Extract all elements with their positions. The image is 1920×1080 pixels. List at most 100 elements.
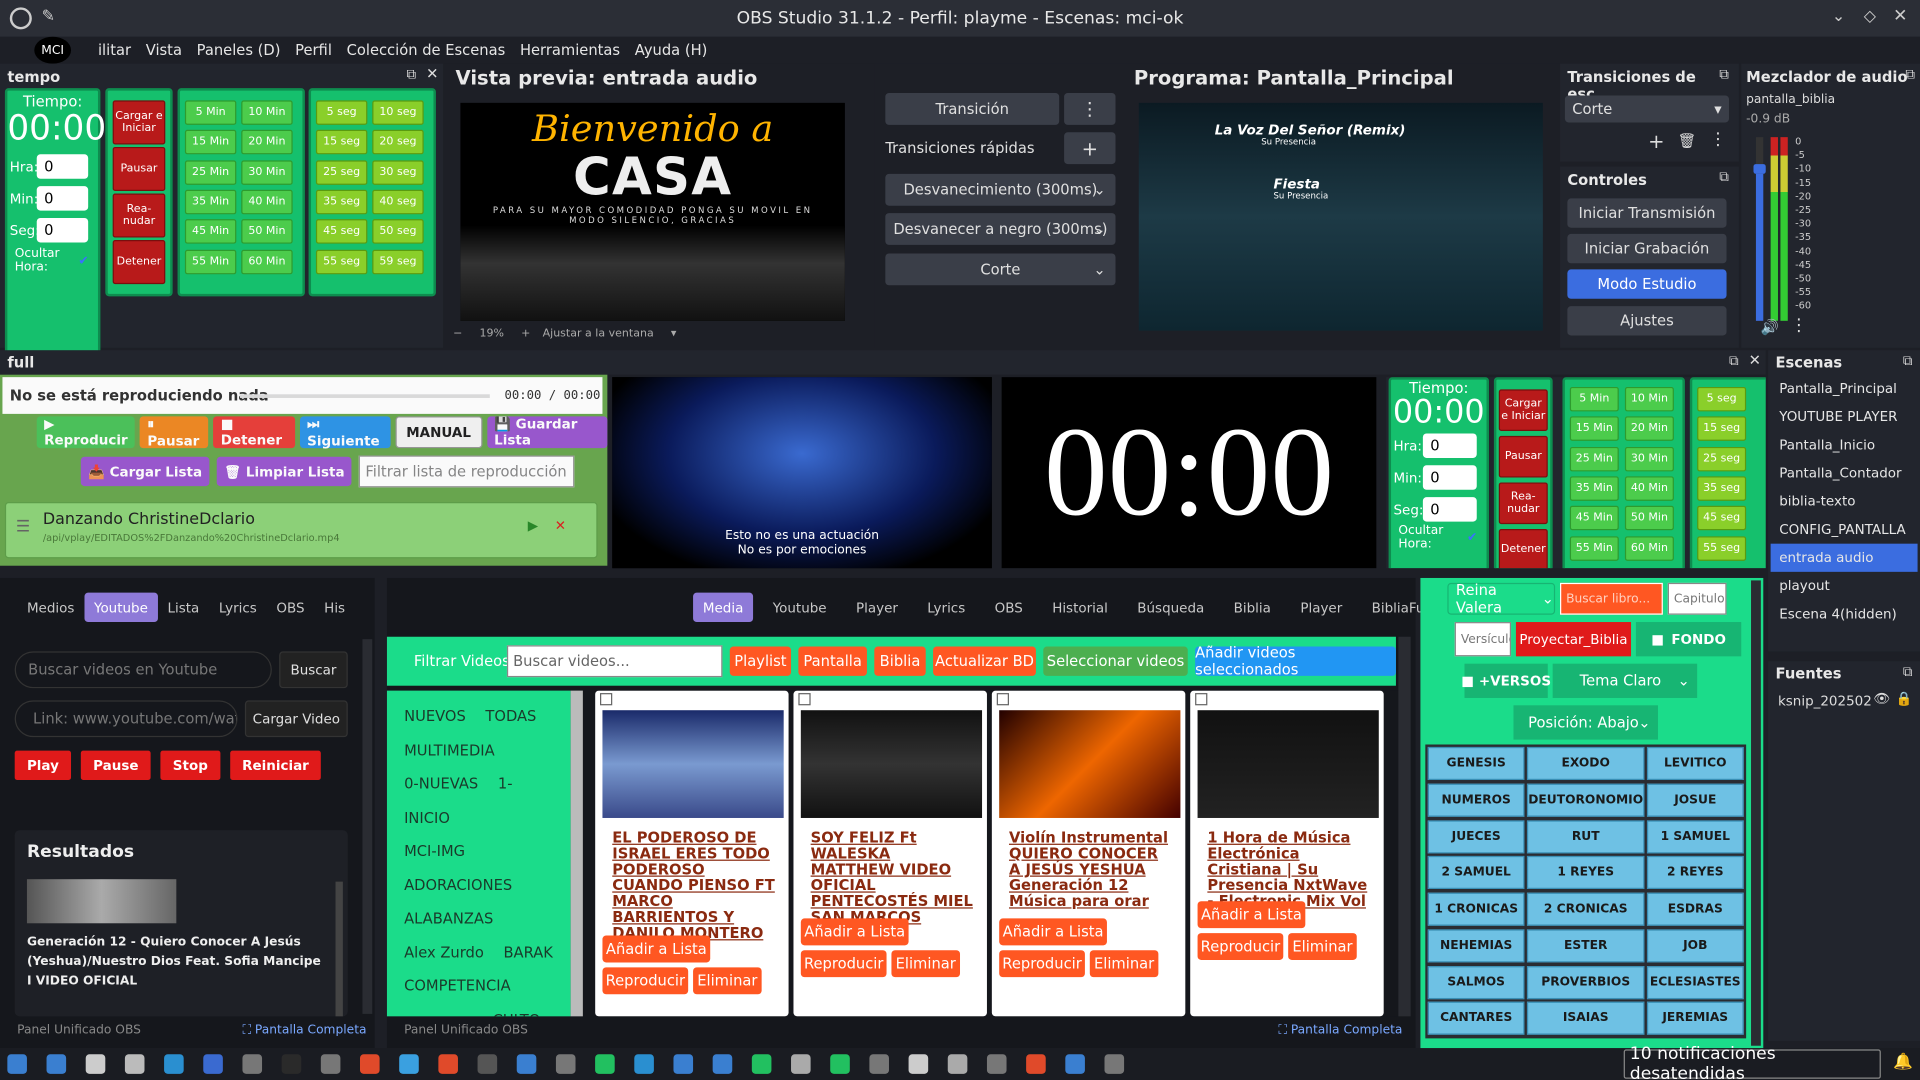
scene-item[interactable]: entrada audio bbox=[1770, 543, 1918, 572]
preset-button[interactable]: 15 Min bbox=[184, 130, 237, 155]
more-icon[interactable]: ⋮ bbox=[1709, 130, 1726, 150]
fullscreen-link[interactable]: ⛶ Pantalla Completa bbox=[242, 1024, 366, 1037]
tab-lyrics[interactable]: Lyrics bbox=[917, 593, 975, 622]
preset-button[interactable]: 35 seg bbox=[1697, 476, 1747, 501]
menu-1[interactable]: Vista bbox=[146, 42, 182, 59]
book-button[interactable]: 1 CRONICAS bbox=[1427, 892, 1525, 926]
preset-button[interactable]: 45 Min bbox=[184, 219, 237, 244]
video-title[interactable]: SOY FELIZ Ft WALESKA MATTHEW VIDEO OFICI… bbox=[811, 830, 975, 926]
guardar-lista-button[interactable]: 💾 Guardar Lista bbox=[486, 416, 608, 449]
book-button[interactable]: 2 CRONICAS bbox=[1527, 892, 1645, 926]
middle-scrollbar[interactable] bbox=[1398, 636, 1411, 1017]
seg-input[interactable]: 0 bbox=[36, 217, 89, 243]
lock-icon[interactable]: 🔒 bbox=[1896, 691, 1913, 707]
book-button[interactable]: LEVITICO bbox=[1646, 746, 1744, 781]
scene-item[interactable]: Pantalla_Principal bbox=[1771, 375, 1918, 403]
preset-button[interactable]: 15 Min bbox=[1569, 416, 1619, 442]
left-panel-scrollbar[interactable] bbox=[362, 639, 373, 1014]
cargar-video-button[interactable]: Cargar Video bbox=[244, 700, 348, 738]
book-button[interactable]: 2 SAMUEL bbox=[1427, 856, 1525, 890]
taskbar-app-icon[interactable] bbox=[516, 1054, 537, 1074]
preset-button[interactable]: 25 seg bbox=[1697, 446, 1747, 471]
book-button[interactable]: SALMOS bbox=[1427, 965, 1525, 999]
verse-input[interactable]: Versículo bbox=[1454, 622, 1512, 657]
quick-transition-1[interactable]: Desvanecimiento (300ms) ⌄ bbox=[885, 173, 1116, 206]
preset-button[interactable]: 5 Min bbox=[184, 100, 237, 125]
transition-button[interactable]: Transición bbox=[885, 93, 1060, 125]
fit-window-button[interactable]: Ajustar a la ventana bbox=[543, 328, 654, 340]
preset-button[interactable]: 5 seg bbox=[315, 100, 368, 125]
pantalla-button[interactable]: Pantalla bbox=[798, 646, 867, 676]
menu-5[interactable]: Herramientas bbox=[520, 42, 620, 59]
hra-input[interactable]: 0 bbox=[1422, 433, 1477, 458]
notifications-bell-icon[interactable]: 🔔 bbox=[1893, 1053, 1913, 1071]
ocultar-checkbox[interactable]: ✔ bbox=[78, 254, 88, 267]
actualizar-bd-button[interactable]: Actualizar BD bbox=[933, 646, 1036, 676]
hra-input[interactable]: 0 bbox=[36, 154, 89, 179]
add-to-list-button[interactable]: Añadir a Lista bbox=[999, 918, 1107, 946]
video-thumbnail[interactable] bbox=[999, 710, 1181, 818]
pausar-player-button[interactable]: ⏸ Pausar bbox=[140, 416, 209, 449]
preset-button[interactable]: 20 Min bbox=[241, 130, 293, 155]
pausar-button[interactable]: Pausar bbox=[112, 146, 166, 192]
book-button[interactable]: GENESIS bbox=[1427, 746, 1525, 781]
preset-button[interactable]: 15 seg bbox=[1697, 416, 1747, 442]
menu-6[interactable]: Ayuda (H) bbox=[635, 42, 708, 59]
scene-item[interactable]: Pantalla_Inicio bbox=[1771, 431, 1918, 459]
book-button[interactable]: ESTER bbox=[1527, 929, 1645, 963]
menu-4[interactable]: Colección de Escenas bbox=[347, 42, 506, 59]
taskbar-app-icon[interactable] bbox=[947, 1054, 968, 1074]
book-button[interactable]: 2 REYES bbox=[1646, 856, 1744, 890]
taskbar-app-icon[interactable] bbox=[869, 1054, 889, 1074]
category-scrollbar[interactable] bbox=[570, 690, 583, 1017]
menu-2[interactable]: Paneles (D) bbox=[197, 42, 281, 59]
book-button[interactable]: RUT bbox=[1527, 819, 1645, 853]
preset-button[interactable]: 55 seg bbox=[315, 249, 368, 274]
book-button[interactable]: JUECES bbox=[1427, 819, 1525, 853]
preset-button[interactable]: 55 Min bbox=[184, 249, 237, 274]
preset-button[interactable]: 20 seg bbox=[372, 130, 424, 155]
versos-toggle[interactable]: ■ +VERSOS bbox=[1461, 663, 1551, 698]
volume-slider[interactable] bbox=[1753, 137, 1766, 321]
settings-button[interactable]: Ajustes bbox=[1567, 306, 1727, 336]
taskbar-app-icon[interactable] bbox=[7, 1054, 27, 1074]
play-video-button[interactable]: Reproducir bbox=[800, 950, 887, 978]
preset-button[interactable]: 40 Min bbox=[241, 189, 293, 215]
preview-canvas[interactable]: Bienvenido a CASA PARA SU MAYOR COMODIDA… bbox=[460, 102, 845, 321]
theme-select[interactable]: Tema Claro ⌄ bbox=[1552, 663, 1698, 698]
category-item[interactable]: ADORACIONES bbox=[404, 876, 512, 893]
tab-youtube[interactable]: Youtube bbox=[763, 593, 836, 622]
preset-button[interactable]: 25 seg bbox=[315, 159, 368, 185]
tab-player[interactable]: Player bbox=[846, 593, 908, 622]
taskbar-app-icon[interactable] bbox=[634, 1054, 654, 1074]
fondo-toggle[interactable]: ■ FONDO bbox=[1635, 622, 1742, 657]
close-dock-icon[interactable]: ✕ bbox=[426, 65, 438, 82]
taskbar-app-icon[interactable] bbox=[791, 1054, 811, 1074]
preset-button[interactable]: 20 Min bbox=[1624, 416, 1674, 442]
preset-button[interactable]: 10 Min bbox=[241, 100, 293, 125]
float-icon[interactable]: ⧉ bbox=[1719, 66, 1729, 83]
close-dock-icon[interactable]: ✕ bbox=[1749, 351, 1761, 368]
taskbar-app-icon[interactable] bbox=[438, 1054, 458, 1074]
video-title[interactable]: EL PODEROSO DE ISRAEL ERES TODO PODEROSO… bbox=[612, 830, 776, 941]
book-button[interactable]: DEUTORONOMIO bbox=[1527, 783, 1645, 817]
preset-button[interactable]: 30 Min bbox=[1624, 446, 1674, 471]
video-select-checkbox[interactable] bbox=[1195, 693, 1208, 706]
book-button[interactable]: ESDRAS bbox=[1646, 892, 1744, 926]
speaker-icon[interactable]: 🔊 bbox=[1761, 318, 1779, 335]
book-search-input[interactable]: Buscar libro... bbox=[1560, 582, 1663, 615]
scene-item[interactable]: CONFIG_PANTALLA bbox=[1771, 516, 1918, 544]
tab-his[interactable]: His bbox=[314, 593, 354, 622]
scene-item[interactable]: YOUTUBE PLAYER bbox=[1771, 403, 1918, 431]
category-item[interactable]: MULTIMEDIA bbox=[404, 741, 495, 758]
playlist-item[interactable]: ☰ Danzando ChristineDclario /api/vplay/E… bbox=[4, 502, 598, 559]
seg-input[interactable]: 0 bbox=[1422, 497, 1477, 522]
video-select-checkbox[interactable] bbox=[798, 693, 811, 706]
studio-mode-button[interactable]: Modo Estudio bbox=[1567, 269, 1727, 299]
taskbar-app-icon[interactable] bbox=[908, 1054, 929, 1074]
taskbar-app-icon[interactable] bbox=[595, 1054, 615, 1074]
cargar-iniciar-button[interactable]: Cargar e Iniciar bbox=[1498, 389, 1548, 432]
video-thumbnail[interactable] bbox=[1197, 710, 1379, 818]
preset-button[interactable]: 50 Min bbox=[241, 219, 293, 244]
tab-biblia[interactable]: Biblia bbox=[1224, 593, 1281, 622]
